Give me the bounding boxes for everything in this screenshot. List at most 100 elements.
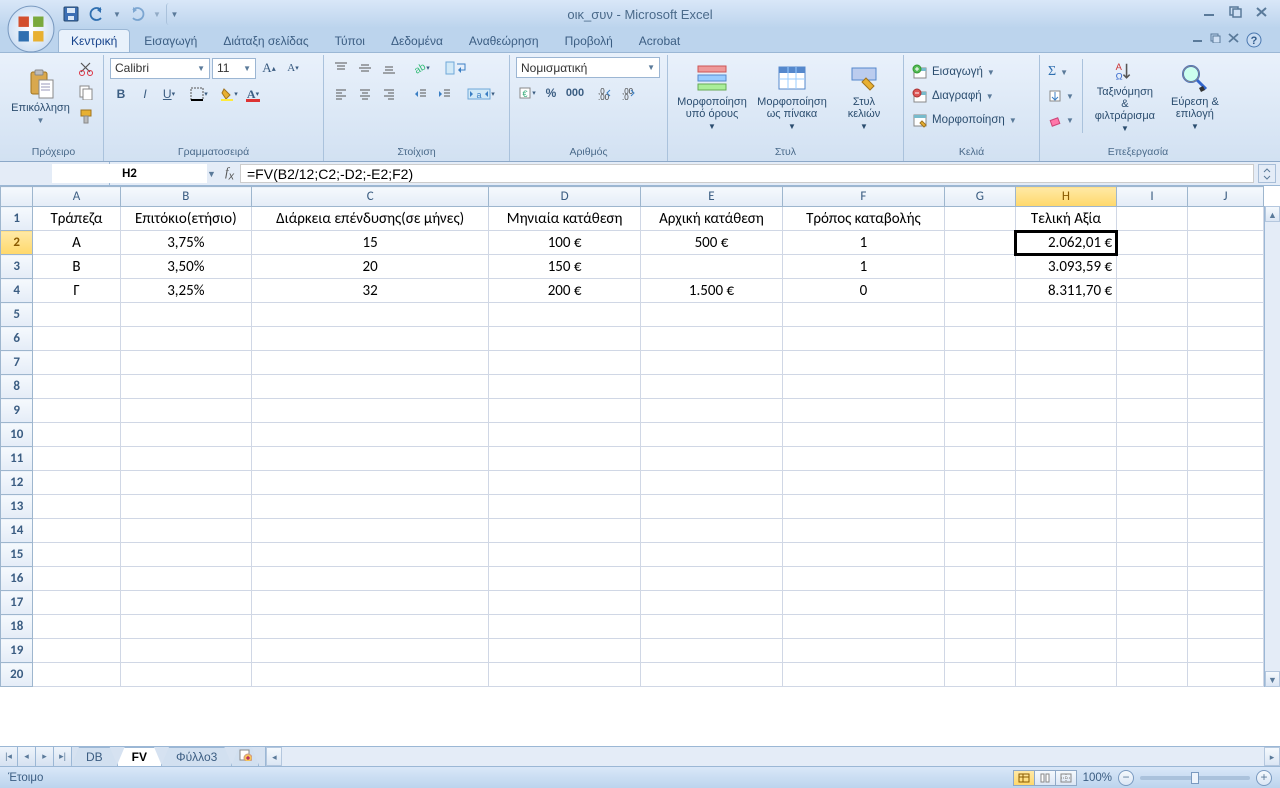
maximize-icon[interactable] — [1226, 4, 1246, 20]
undo-dropdown-icon[interactable]: ▼ — [112, 3, 122, 25]
cell-B18[interactable] — [120, 615, 252, 639]
row-header-20[interactable]: 20 — [1, 663, 33, 687]
sheet-nav-next-icon[interactable]: ▸ — [36, 747, 54, 766]
workbook-close-icon[interactable] — [1228, 32, 1240, 46]
col-header-D[interactable]: D — [489, 187, 641, 207]
cell-E7[interactable] — [641, 351, 783, 375]
cell-H17[interactable] — [1015, 591, 1116, 615]
row-header-6[interactable]: 6 — [1, 327, 33, 351]
row-header-17[interactable]: 17 — [1, 591, 33, 615]
horizontal-scrollbar[interactable]: ◂ ▸ — [265, 747, 1280, 766]
cell-D18[interactable] — [489, 615, 641, 639]
cell-D3[interactable]: 150 € — [489, 255, 641, 279]
cell-B6[interactable] — [120, 327, 252, 351]
undo-icon[interactable] — [86, 3, 108, 25]
increase-indent-icon[interactable] — [434, 83, 456, 105]
italic-icon[interactable]: I — [134, 83, 156, 105]
cell-A3[interactable]: Β — [33, 255, 120, 279]
cell-E3[interactable] — [641, 255, 783, 279]
font-size-combo[interactable]: 11▼ — [212, 58, 256, 79]
cell-I12[interactable] — [1117, 471, 1188, 495]
cell-G13[interactable] — [944, 495, 1015, 519]
cell-C20[interactable] — [252, 663, 489, 687]
cell-E9[interactable] — [641, 399, 783, 423]
cell-B15[interactable] — [120, 543, 252, 567]
cell-F12[interactable] — [782, 471, 944, 495]
cell-C13[interactable] — [252, 495, 489, 519]
percent-icon[interactable]: % — [540, 82, 562, 104]
cell-H9[interactable] — [1015, 399, 1116, 423]
row-header-7[interactable]: 7 — [1, 351, 33, 375]
cell-G9[interactable] — [944, 399, 1015, 423]
cell-F20[interactable] — [782, 663, 944, 687]
cell-F8[interactable] — [782, 375, 944, 399]
paste-button[interactable]: Επικόλληση ▼ — [10, 57, 71, 135]
cell-A4[interactable]: Γ — [33, 279, 120, 303]
align-middle-icon[interactable] — [354, 57, 376, 79]
cell-A9[interactable] — [33, 399, 120, 423]
ribbon-tab-acrobat[interactable]: Acrobat — [627, 30, 692, 52]
cell-I4[interactable] — [1117, 279, 1188, 303]
cell-C16[interactable] — [252, 567, 489, 591]
cell-I9[interactable] — [1117, 399, 1188, 423]
accounting-format-icon[interactable]: €▾ — [516, 82, 538, 104]
cell-I15[interactable] — [1117, 543, 1188, 567]
bold-icon[interactable]: B — [110, 83, 132, 105]
cell-A5[interactable] — [33, 303, 120, 327]
view-normal-icon[interactable] — [1013, 770, 1035, 786]
cell-J1[interactable] — [1187, 207, 1263, 231]
row-header-1[interactable]: 1 — [1, 207, 33, 231]
cell-C12[interactable] — [252, 471, 489, 495]
close-icon[interactable] — [1252, 4, 1272, 20]
cell-B8[interactable] — [120, 375, 252, 399]
cell-H5[interactable] — [1015, 303, 1116, 327]
cell-D1[interactable]: Μηνιαία κατάθεση — [489, 207, 641, 231]
cell-E10[interactable] — [641, 423, 783, 447]
cell-J11[interactable] — [1187, 447, 1263, 471]
ribbon-tab-διάταξη σελίδας[interactable]: Διάταξη σελίδας — [211, 30, 320, 52]
cell-G3[interactable] — [944, 255, 1015, 279]
insert-function-icon[interactable]: fx — [225, 164, 234, 183]
cell-A16[interactable] — [33, 567, 120, 591]
cell-G12[interactable] — [944, 471, 1015, 495]
decrease-indent-icon[interactable] — [410, 83, 432, 105]
cell-C15[interactable] — [252, 543, 489, 567]
comma-icon[interactable]: 000 — [564, 82, 586, 104]
cell-H20[interactable] — [1015, 663, 1116, 687]
cell-D12[interactable] — [489, 471, 641, 495]
row-header-11[interactable]: 11 — [1, 447, 33, 471]
col-header-C[interactable]: C — [252, 187, 489, 207]
cell-C7[interactable] — [252, 351, 489, 375]
align-bottom-icon[interactable] — [378, 57, 400, 79]
copy-icon[interactable] — [75, 81, 97, 103]
cell-F13[interactable] — [782, 495, 944, 519]
redo-dropdown-icon[interactable]: ▼ — [152, 3, 162, 25]
col-header-J[interactable]: J — [1187, 187, 1263, 207]
cut-icon[interactable] — [75, 57, 97, 79]
cell-A19[interactable] — [33, 639, 120, 663]
cell-G8[interactable] — [944, 375, 1015, 399]
cell-G1[interactable] — [944, 207, 1015, 231]
cell-B16[interactable] — [120, 567, 252, 591]
cell-A7[interactable] — [33, 351, 120, 375]
col-header-G[interactable]: G — [944, 187, 1015, 207]
cell-J6[interactable] — [1187, 327, 1263, 351]
cell-G10[interactable] — [944, 423, 1015, 447]
insert-cells-button[interactable]: Εισαγωγή▼ — [910, 61, 997, 83]
new-sheet-icon[interactable] — [231, 746, 259, 766]
cell-C4[interactable]: 32 — [252, 279, 489, 303]
cell-H8[interactable] — [1015, 375, 1116, 399]
fill-color-icon[interactable]: ▾ — [218, 83, 240, 105]
cell-H18[interactable] — [1015, 615, 1116, 639]
cell-B9[interactable] — [120, 399, 252, 423]
cell-G14[interactable] — [944, 519, 1015, 543]
underline-icon[interactable]: U▾ — [158, 83, 180, 105]
cell-F5[interactable] — [782, 303, 944, 327]
cell-A11[interactable] — [33, 447, 120, 471]
cell-D11[interactable] — [489, 447, 641, 471]
cell-D5[interactable] — [489, 303, 641, 327]
cell-J3[interactable] — [1187, 255, 1263, 279]
cell-G6[interactable] — [944, 327, 1015, 351]
cell-D4[interactable]: 200 € — [489, 279, 641, 303]
help-icon[interactable]: ? — [1246, 32, 1262, 51]
